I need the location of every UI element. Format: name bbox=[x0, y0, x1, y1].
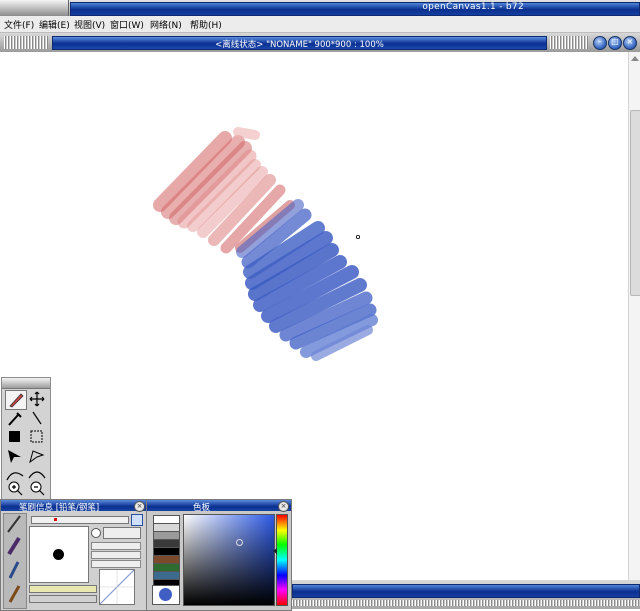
menu-bar: 文件(F) 编辑(E) 视图(V) 窗口(W) 网络(N) 帮助(H) bbox=[0, 16, 640, 33]
doc-grip-left[interactable] bbox=[4, 36, 48, 49]
current-color-box[interactable] bbox=[152, 585, 180, 605]
vertical-scrollbar[interactable] bbox=[628, 52, 640, 582]
brush-types-icon bbox=[7, 515, 21, 603]
close-button[interactable]: × bbox=[623, 36, 637, 50]
menu-network[interactable]: 网络(N) bbox=[150, 18, 182, 31]
title-strip bbox=[70, 2, 640, 16]
brush-panel-title: 笔刷信息 [铅笔/钢笔] bbox=[19, 503, 100, 513]
close-icon: × bbox=[626, 37, 634, 46]
current-color-dot bbox=[159, 588, 172, 601]
maximize-button[interactable]: □ bbox=[608, 36, 622, 50]
red-stroke bbox=[233, 127, 260, 140]
scroll-up-icon[interactable] bbox=[631, 56, 639, 61]
saturation-value-field[interactable] bbox=[183, 514, 275, 606]
zoom-in-tool[interactable] bbox=[5, 479, 25, 497]
app-title-bar: openCanvas1.1 - b72 bbox=[0, 0, 640, 16]
eyedropper-tool[interactable] bbox=[5, 409, 25, 427]
zoom-in-icon bbox=[8, 481, 23, 496]
menu-view[interactable]: 视图(V) bbox=[74, 18, 105, 31]
brush-cursor bbox=[355, 234, 360, 239]
select-rect-tool[interactable] bbox=[27, 428, 47, 446]
move-icon bbox=[29, 391, 45, 407]
select-rect-icon bbox=[30, 430, 43, 443]
hue-slider-pointer[interactable] bbox=[273, 548, 277, 554]
line-icon bbox=[32, 411, 42, 425]
move-tool[interactable] bbox=[27, 390, 47, 408]
brush-info-panel: 笔刷信息 [铅笔/钢笔] × bbox=[0, 499, 148, 611]
hue-slider[interactable] bbox=[273, 514, 288, 606]
brush-type-strip[interactable] bbox=[3, 513, 27, 609]
color-picker-marker[interactable] bbox=[236, 539, 243, 546]
eyedropper-icon bbox=[8, 412, 22, 426]
color-palette-panel: 色板 × bbox=[146, 499, 292, 611]
line-tool[interactable] bbox=[27, 409, 47, 427]
minimize-button[interactable]: – bbox=[593, 36, 607, 50]
document-title: <离线状态> "NONAME" 900*900 : 100% bbox=[215, 40, 384, 50]
brush-size-slider[interactable] bbox=[31, 516, 129, 524]
brush-shape-options[interactable] bbox=[103, 527, 141, 539]
pencil-tool[interactable] bbox=[5, 390, 27, 410]
tools-palette bbox=[1, 377, 51, 500]
doc-title-strip: <离线状态> "NONAME" 900*900 : 100% bbox=[52, 36, 547, 50]
maximize-icon: □ bbox=[611, 37, 619, 46]
brush-panel-close-button[interactable]: × bbox=[134, 501, 145, 512]
lasso-tool[interactable] bbox=[27, 447, 47, 465]
shape-fill-tool[interactable] bbox=[5, 447, 25, 465]
zoom-out-tool[interactable] bbox=[27, 479, 47, 497]
status-strip bbox=[292, 584, 640, 598]
brush-pressure-slider[interactable] bbox=[29, 585, 97, 593]
brush-opacity-field[interactable] bbox=[91, 542, 141, 550]
minimize-icon: – bbox=[598, 37, 602, 46]
palette-panel-header[interactable]: 色板 × bbox=[147, 500, 291, 513]
brush-shape-round[interactable] bbox=[91, 528, 101, 538]
status-grip bbox=[292, 600, 640, 606]
size-slider-knob[interactable] bbox=[54, 518, 57, 521]
document-title-bar: <离线状态> "NONAME" 900*900 : 100% – □ × bbox=[0, 33, 640, 52]
lasso-icon bbox=[29, 450, 45, 464]
menu-file[interactable]: 文件(F) bbox=[4, 18, 34, 31]
menu-edit[interactable]: 编辑(E) bbox=[39, 18, 70, 31]
scroll-thumb[interactable] bbox=[630, 110, 640, 296]
brush-hardness-field[interactable] bbox=[91, 560, 141, 568]
curve-graph-icon bbox=[99, 569, 135, 605]
zoom-out-icon bbox=[30, 481, 45, 496]
palette-panel-close-button[interactable]: × bbox=[278, 501, 289, 512]
pressure-curve-graph[interactable] bbox=[99, 569, 135, 605]
title-grip[interactable] bbox=[0, 0, 69, 16]
pencil-icon bbox=[9, 393, 24, 408]
doc-grip-right[interactable] bbox=[550, 36, 588, 49]
save-icon[interactable] bbox=[131, 514, 143, 526]
app-title: openCanvas1.1 - b72 bbox=[422, 2, 524, 12]
brush-dot bbox=[53, 549, 64, 560]
tools-palette-header[interactable] bbox=[2, 378, 50, 389]
brush-mode-select[interactable] bbox=[29, 595, 97, 603]
palette-panel-title: 色板 bbox=[193, 503, 211, 513]
menu-window[interactable]: 窗口(W) bbox=[110, 18, 144, 31]
brush-density-field[interactable] bbox=[91, 551, 141, 559]
fill-color-icon bbox=[9, 431, 20, 442]
menu-help[interactable]: 帮助(H) bbox=[190, 18, 222, 31]
brush-preview bbox=[29, 526, 89, 583]
fill-color-tool[interactable] bbox=[5, 428, 25, 446]
shape-fill-icon bbox=[8, 450, 21, 463]
brush-panel-header[interactable]: 笔刷信息 [铅笔/钢笔] × bbox=[1, 500, 147, 513]
